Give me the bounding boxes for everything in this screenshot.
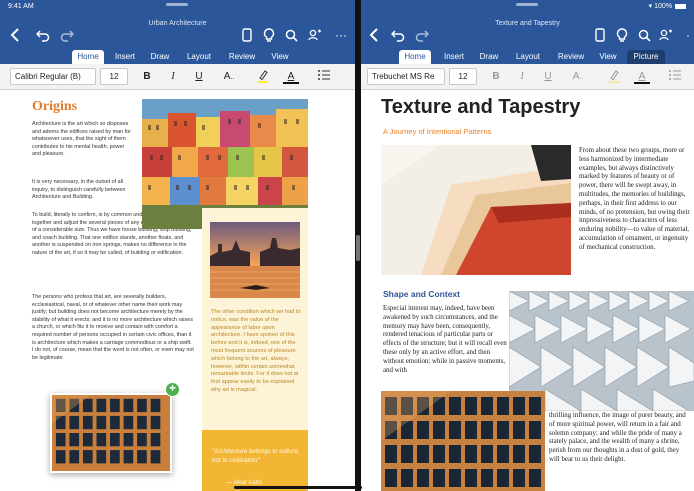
font-color-swatch — [634, 82, 650, 84]
highlighter-icon[interactable] — [607, 69, 621, 84]
tab-review[interactable]: Review — [224, 50, 260, 64]
font-size-field[interactable]: 12 — [100, 68, 128, 85]
lightbulb-icon[interactable] — [615, 27, 629, 43]
right-format-toolbar: Trebuchet MS Re 12 B I U A.. A — [361, 64, 694, 90]
body-paragraph-4: The persons who profess that art, are se… — [32, 294, 194, 361]
font-size-field[interactable]: 12 — [449, 68, 477, 85]
left-document-title[interactable]: Urban Architecture — [0, 20, 355, 27]
red-geometric-building-photo[interactable] — [381, 145, 571, 275]
phone-view-icon[interactable] — [593, 27, 607, 43]
font-color-swatch — [283, 82, 299, 84]
tab-layout[interactable]: Layout — [181, 50, 217, 64]
body-paragraph-1: From about these two groups, more or les… — [579, 147, 690, 251]
tab-insert[interactable]: Insert — [110, 50, 140, 64]
bold-icon[interactable]: B — [489, 69, 503, 84]
tab-insert[interactable]: Insert — [439, 50, 469, 64]
back-chevron-icon[interactable] — [367, 27, 381, 43]
split-view-divider-handle[interactable] — [356, 235, 360, 261]
left-app-pane: 9:41 AM Urban Architecture ··· Home Inse… — [0, 0, 355, 491]
lightbulb-icon[interactable] — [262, 27, 276, 43]
tab-review[interactable]: Review — [553, 50, 589, 64]
italic-icon[interactable]: I — [515, 69, 529, 84]
dragged-building-photo[interactable] — [50, 393, 172, 473]
share-person-icon[interactable] — [308, 27, 322, 43]
bold-icon[interactable]: B — [140, 69, 154, 84]
right-ribbon: ▾ 100% Texture and Tapestry · Home Inser… — [361, 0, 694, 64]
highlighter-icon[interactable] — [256, 69, 270, 84]
right-document-title[interactable]: Texture and Tapestry — [361, 20, 694, 27]
status-time: 9:41 AM — [8, 3, 34, 10]
phone-view-icon[interactable] — [240, 27, 254, 43]
battery-icon — [675, 3, 686, 9]
ipad-split-view: 9:41 AM Urban Architecture ··· Home Inse… — [0, 0, 694, 491]
text-effects-icon[interactable]: A.. — [567, 69, 589, 84]
tab-picture[interactable]: Picture — [627, 50, 665, 64]
sidebar-text: The other condition which we had to noti… — [211, 309, 301, 393]
tab-draw[interactable]: Draw — [476, 50, 502, 64]
section-heading-shape-and-context: Shape and Context — [383, 289, 460, 299]
italic-icon[interactable]: I — [166, 69, 180, 84]
venice-sunset-photo[interactable] — [210, 222, 300, 298]
status-battery: 100% — [654, 3, 673, 10]
more-options-icon[interactable]: ··· — [334, 27, 348, 43]
pull-quote-text: "Architecture belongs to culture, not to… — [212, 448, 300, 464]
text-effects-icon[interactable]: A.. — [218, 69, 240, 84]
multitask-grabber-right[interactable] — [516, 3, 538, 6]
undo-icon[interactable] — [391, 27, 405, 43]
right-app-pane: ▾ 100% Texture and Tapestry · Home Inser… — [361, 0, 694, 491]
bullet-list-icon[interactable] — [667, 69, 683, 84]
multitask-grabber[interactable] — [166, 3, 188, 6]
font-name-field[interactable]: Calibri Regular (B) — [10, 68, 96, 85]
redo-icon[interactable] — [415, 27, 429, 43]
right-ribbon-tabs: Home Insert Draw Layout Review View Pict… — [361, 50, 694, 64]
tab-view[interactable]: View — [595, 50, 621, 64]
tab-view[interactable]: View — [266, 50, 294, 64]
heading-origins: Origins — [32, 99, 78, 114]
tab-draw[interactable]: Draw — [147, 50, 173, 64]
underline-icon[interactable]: U — [192, 69, 206, 84]
home-indicator[interactable] — [234, 486, 362, 489]
left-format-toolbar: Calibri Regular (B) 12 B I U A.. A — [0, 64, 355, 90]
body-paragraph-2: Especial interest may, indeed, have been… — [383, 305, 507, 374]
redo-icon[interactable] — [60, 27, 74, 43]
underline-icon[interactable]: U — [541, 69, 555, 84]
undo-icon[interactable] — [36, 27, 50, 43]
bullet-list-icon[interactable] — [316, 69, 332, 84]
search-icon[interactable] — [284, 27, 298, 43]
font-name-field[interactable]: Trebuchet MS Re — [367, 68, 445, 85]
tab-layout[interactable]: Layout — [510, 50, 546, 64]
document-subtitle: A Journey of Intentional Patterns — [383, 127, 492, 136]
body-paragraph-2: It is very necessary, in the outset of a… — [32, 179, 126, 201]
share-person-icon[interactable] — [659, 27, 673, 43]
document-title: Texture and Tapestry — [381, 96, 581, 118]
search-icon[interactable] — [637, 27, 651, 43]
tab-home[interactable]: Home — [399, 50, 431, 64]
tab-home[interactable]: Home — [72, 50, 104, 64]
add-drop-badge-icon: + — [165, 382, 180, 397]
orange-building-windows-photo[interactable] — [381, 391, 545, 491]
more-options-icon[interactable]: · — [681, 27, 694, 43]
back-chevron-icon[interactable] — [8, 27, 22, 43]
right-document-canvas[interactable]: Texture and Tapestry A Journey of Intent… — [361, 91, 694, 491]
left-document-canvas[interactable]: Origins Architecture is the art which so… — [0, 91, 355, 491]
left-ribbon: 9:41 AM Urban Architecture ··· Home Inse… — [0, 0, 355, 64]
left-ribbon-tabs: Home Insert Draw Layout Review View — [0, 50, 355, 64]
body-paragraph-1: Architecture is the art which so dispose… — [32, 121, 131, 158]
wifi-icon: ▾ — [648, 3, 653, 10]
body-paragraph-3: thrilling influence, the image of purer … — [549, 412, 686, 463]
